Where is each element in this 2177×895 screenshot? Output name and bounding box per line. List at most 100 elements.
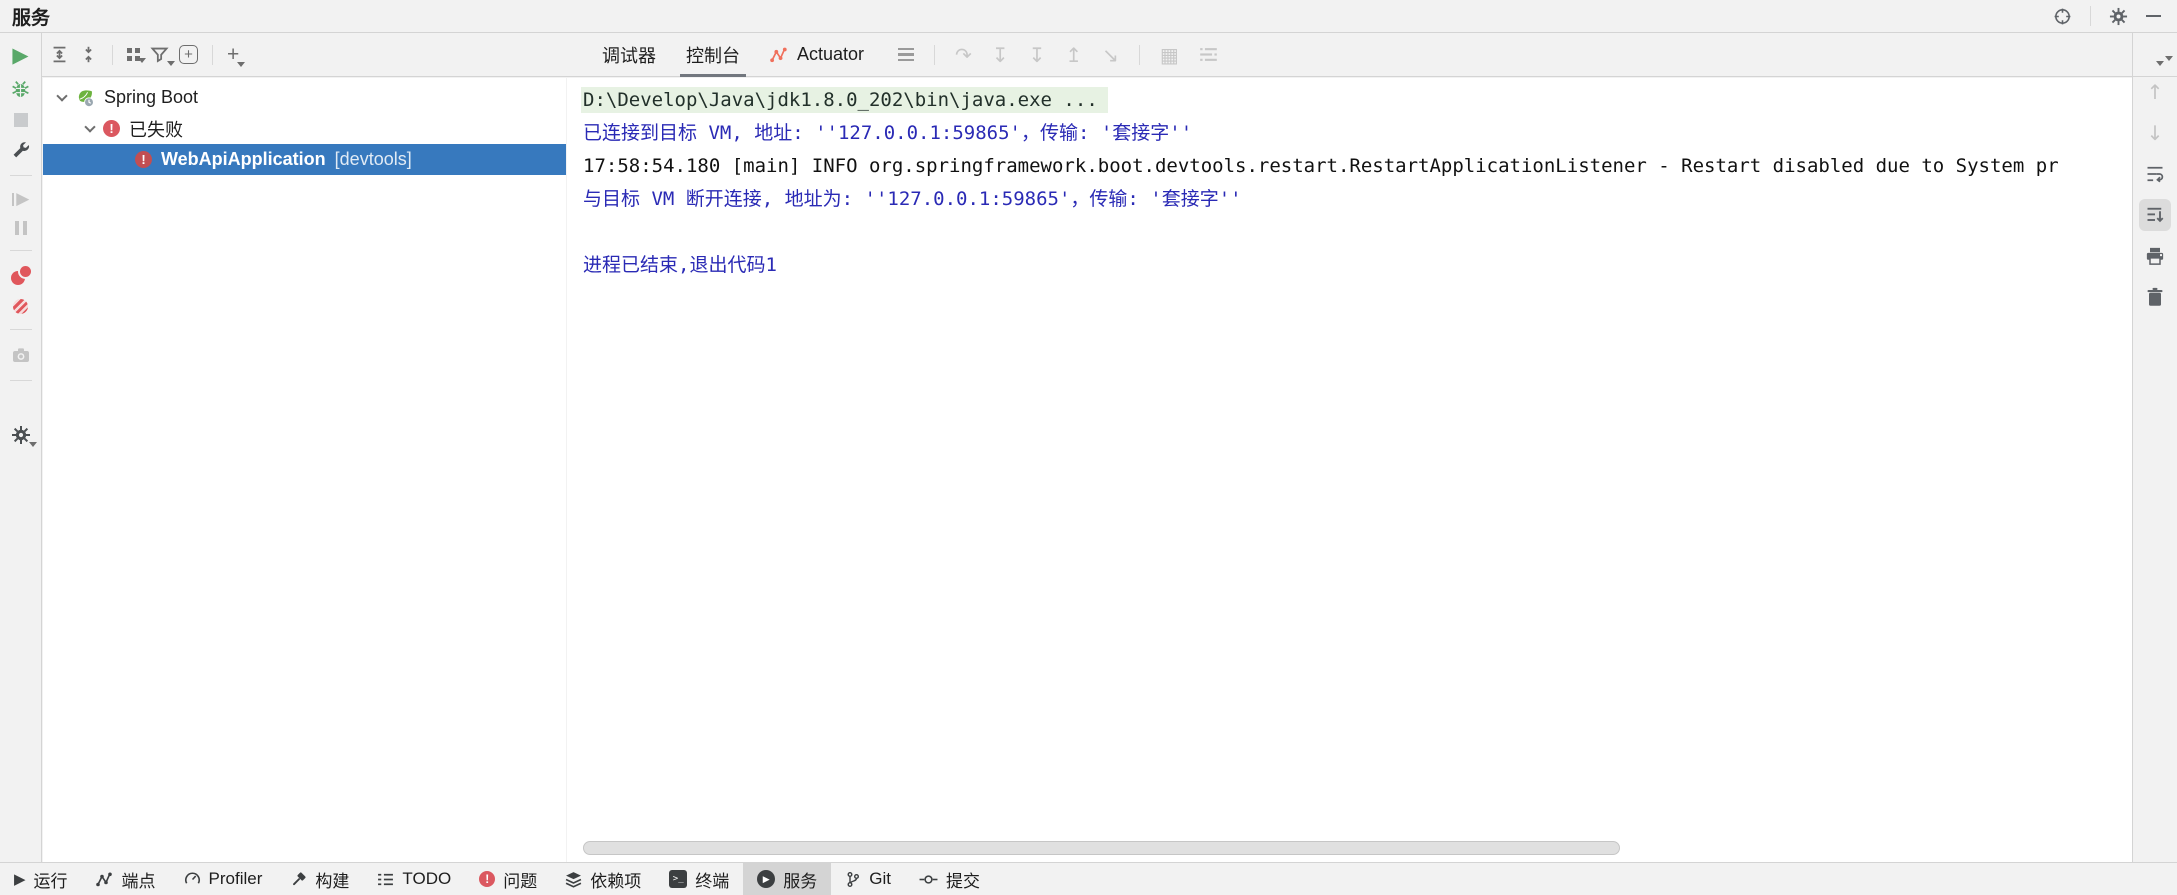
console-line (583, 216, 2132, 249)
toolwindow-profiler[interactable]: Profiler (170, 863, 277, 895)
toolwindow-build[interactable]: 构建 (276, 863, 363, 895)
console-output: D:\Develop\Java\jdk1.8.0_202\bin\java.ex… (567, 78, 2132, 862)
toolwindow-terminal[interactable]: >_ 终端 (655, 863, 743, 895)
tab-console[interactable]: 控制台 (676, 33, 750, 77)
scroll-to-end-icon[interactable] (2139, 199, 2171, 231)
tab-label: 控制台 (686, 42, 740, 68)
toolwindow-git[interactable]: Git (831, 863, 905, 895)
tab-debugger[interactable]: 调试器 (592, 33, 666, 77)
problems-error-icon: ! (479, 871, 495, 887)
divider (10, 380, 32, 381)
rerun-icon[interactable]: ▶ (12, 45, 28, 66)
expand-all-icon[interactable] (50, 45, 69, 64)
toolwindow-label: Git (869, 869, 891, 889)
next-occurrence-icon[interactable]: ↓ (2139, 117, 2171, 149)
toolwindow-endpoints[interactable]: 端点 (82, 863, 170, 895)
collapse-all-icon[interactable] (79, 45, 98, 64)
profiler-record-icon[interactable] (11, 266, 31, 286)
services-tool-window: 服务 (0, 0, 2177, 895)
console-line: 与目标 VM 断开连接, 地址为: ''127.0.0.1:59865'，传输:… (583, 183, 2132, 216)
toolwindow-label: 问题 (503, 867, 537, 892)
step-out-icon[interactable]: ↥ (1065, 45, 1082, 65)
tree-row-label: Spring Boot (104, 87, 198, 108)
tree-row-webapiapplication[interactable]: ! WebApiApplication [devtools] (43, 144, 566, 175)
chevron-down-icon[interactable] (56, 90, 67, 101)
divider (112, 45, 113, 65)
tree-row-label: 已失败 (129, 116, 183, 142)
toolwindow-label: 服务 (783, 867, 817, 892)
evaluate-expression-icon[interactable]: ▦ (1160, 45, 1179, 65)
spring-boot-icon (75, 88, 95, 108)
add-service-icon[interactable]: + (227, 44, 239, 65)
terminal-icon: >_ (669, 870, 687, 888)
console-line: 进程已结束,退出代码1 (583, 249, 2132, 282)
toolwindow-problems[interactable]: ! 问题 (465, 863, 551, 895)
toolwindow-todo[interactable]: TODO (363, 863, 465, 895)
settings-gear-icon[interactable] (2109, 7, 2128, 26)
horizontal-scrollbar[interactable] (583, 841, 1620, 855)
chevron-down-icon[interactable] (84, 121, 95, 132)
error-icon: ! (135, 151, 152, 168)
toolwindow-label: 提交 (946, 867, 980, 892)
step-over-icon[interactable]: ↷ (955, 45, 972, 65)
profiler-gauge-icon (184, 871, 201, 888)
stop-icon[interactable] (14, 113, 28, 127)
resume-icon[interactable]: ▶ (12, 191, 30, 208)
force-step-into-icon[interactable]: ↧ (1029, 45, 1046, 65)
debug-icon[interactable] (10, 79, 31, 100)
locate-icon[interactable] (2053, 7, 2072, 26)
toolwindow-run[interactable]: ▶ 运行 (0, 863, 82, 895)
toolwindow-services[interactable]: ▶ 服务 (743, 863, 831, 895)
dependencies-layers-icon (565, 871, 582, 888)
services-tree: Spring Boot ! 已失败 ! WebApiApplication [d… (43, 78, 566, 862)
toolwindow-dependencies[interactable]: 依赖项 (551, 863, 655, 895)
clear-all-icon[interactable] (2139, 281, 2171, 313)
toolwindow-label: 运行 (34, 867, 68, 892)
tab-label: Actuator (797, 44, 864, 65)
soft-wrap-icon[interactable] (2139, 158, 2171, 190)
restore-layout-icon[interactable] (1199, 46, 1218, 63)
tab-label: 调试器 (602, 42, 656, 68)
console-actions-rail: ↑ ↓ (2132, 33, 2177, 862)
group-by-icon[interactable] (127, 48, 140, 61)
dashboard-layout-icon[interactable] (11, 396, 31, 412)
tool-window-bar: ▶ 运行 端点 Profiler (0, 862, 2177, 895)
layout-icon[interactable] (2144, 41, 2167, 59)
divider (10, 175, 32, 176)
more-options-icon[interactable] (898, 48, 914, 62)
console-line: 17:58:54.180 [main] INFO org.springframe… (583, 150, 2132, 183)
actuator-icon (770, 47, 789, 63)
toolwindow-commit[interactable]: 提交 (905, 863, 994, 895)
git-branch-icon (845, 871, 861, 888)
tree-row-spring-boot[interactable]: Spring Boot (43, 82, 566, 113)
step-into-icon[interactable]: ↧ (992, 45, 1009, 65)
wrench-icon[interactable] (11, 140, 31, 160)
hammer-icon (290, 871, 307, 888)
print-icon[interactable] (2139, 240, 2171, 272)
tree-row-suffix: [devtools] (335, 149, 412, 170)
divider (10, 250, 32, 251)
settings-gear-icon[interactable] (11, 425, 31, 445)
toolwindow-label: 终端 (695, 867, 729, 892)
pause-output-icon[interactable] (15, 221, 27, 235)
run-to-cursor-icon[interactable]: ↘ (1102, 45, 1119, 65)
filter-icon[interactable] (150, 45, 169, 64)
prev-occurrence-icon[interactable]: ↑ (2139, 76, 2171, 108)
divider (212, 45, 213, 65)
toolwindow-label: 端点 (122, 867, 156, 892)
new-tab-icon[interactable]: + (179, 45, 198, 64)
console-line: 已连接到目标 VM, 地址: ''127.0.0.1:59865'，传输: '套… (583, 117, 2132, 150)
console-tabs: 调试器 控制台 Actuator (566, 33, 2115, 76)
coverage-off-icon[interactable] (13, 299, 28, 314)
endpoints-icon (96, 872, 114, 887)
tree-row-failed[interactable]: ! 已失败 (43, 113, 566, 144)
header-actions (2053, 6, 2177, 26)
error-icon: ! (103, 120, 120, 137)
tab-actuator[interactable]: Actuator (760, 33, 874, 77)
memory-snapshot-camera-icon[interactable] (11, 345, 31, 365)
tool-window-header: 服务 (0, 0, 2177, 33)
toolwindow-label: 依赖项 (590, 867, 641, 892)
divider (1139, 45, 1140, 65)
hide-tool-window-icon[interactable] (2146, 15, 2161, 17)
toolwindow-label: TODO (402, 869, 451, 889)
